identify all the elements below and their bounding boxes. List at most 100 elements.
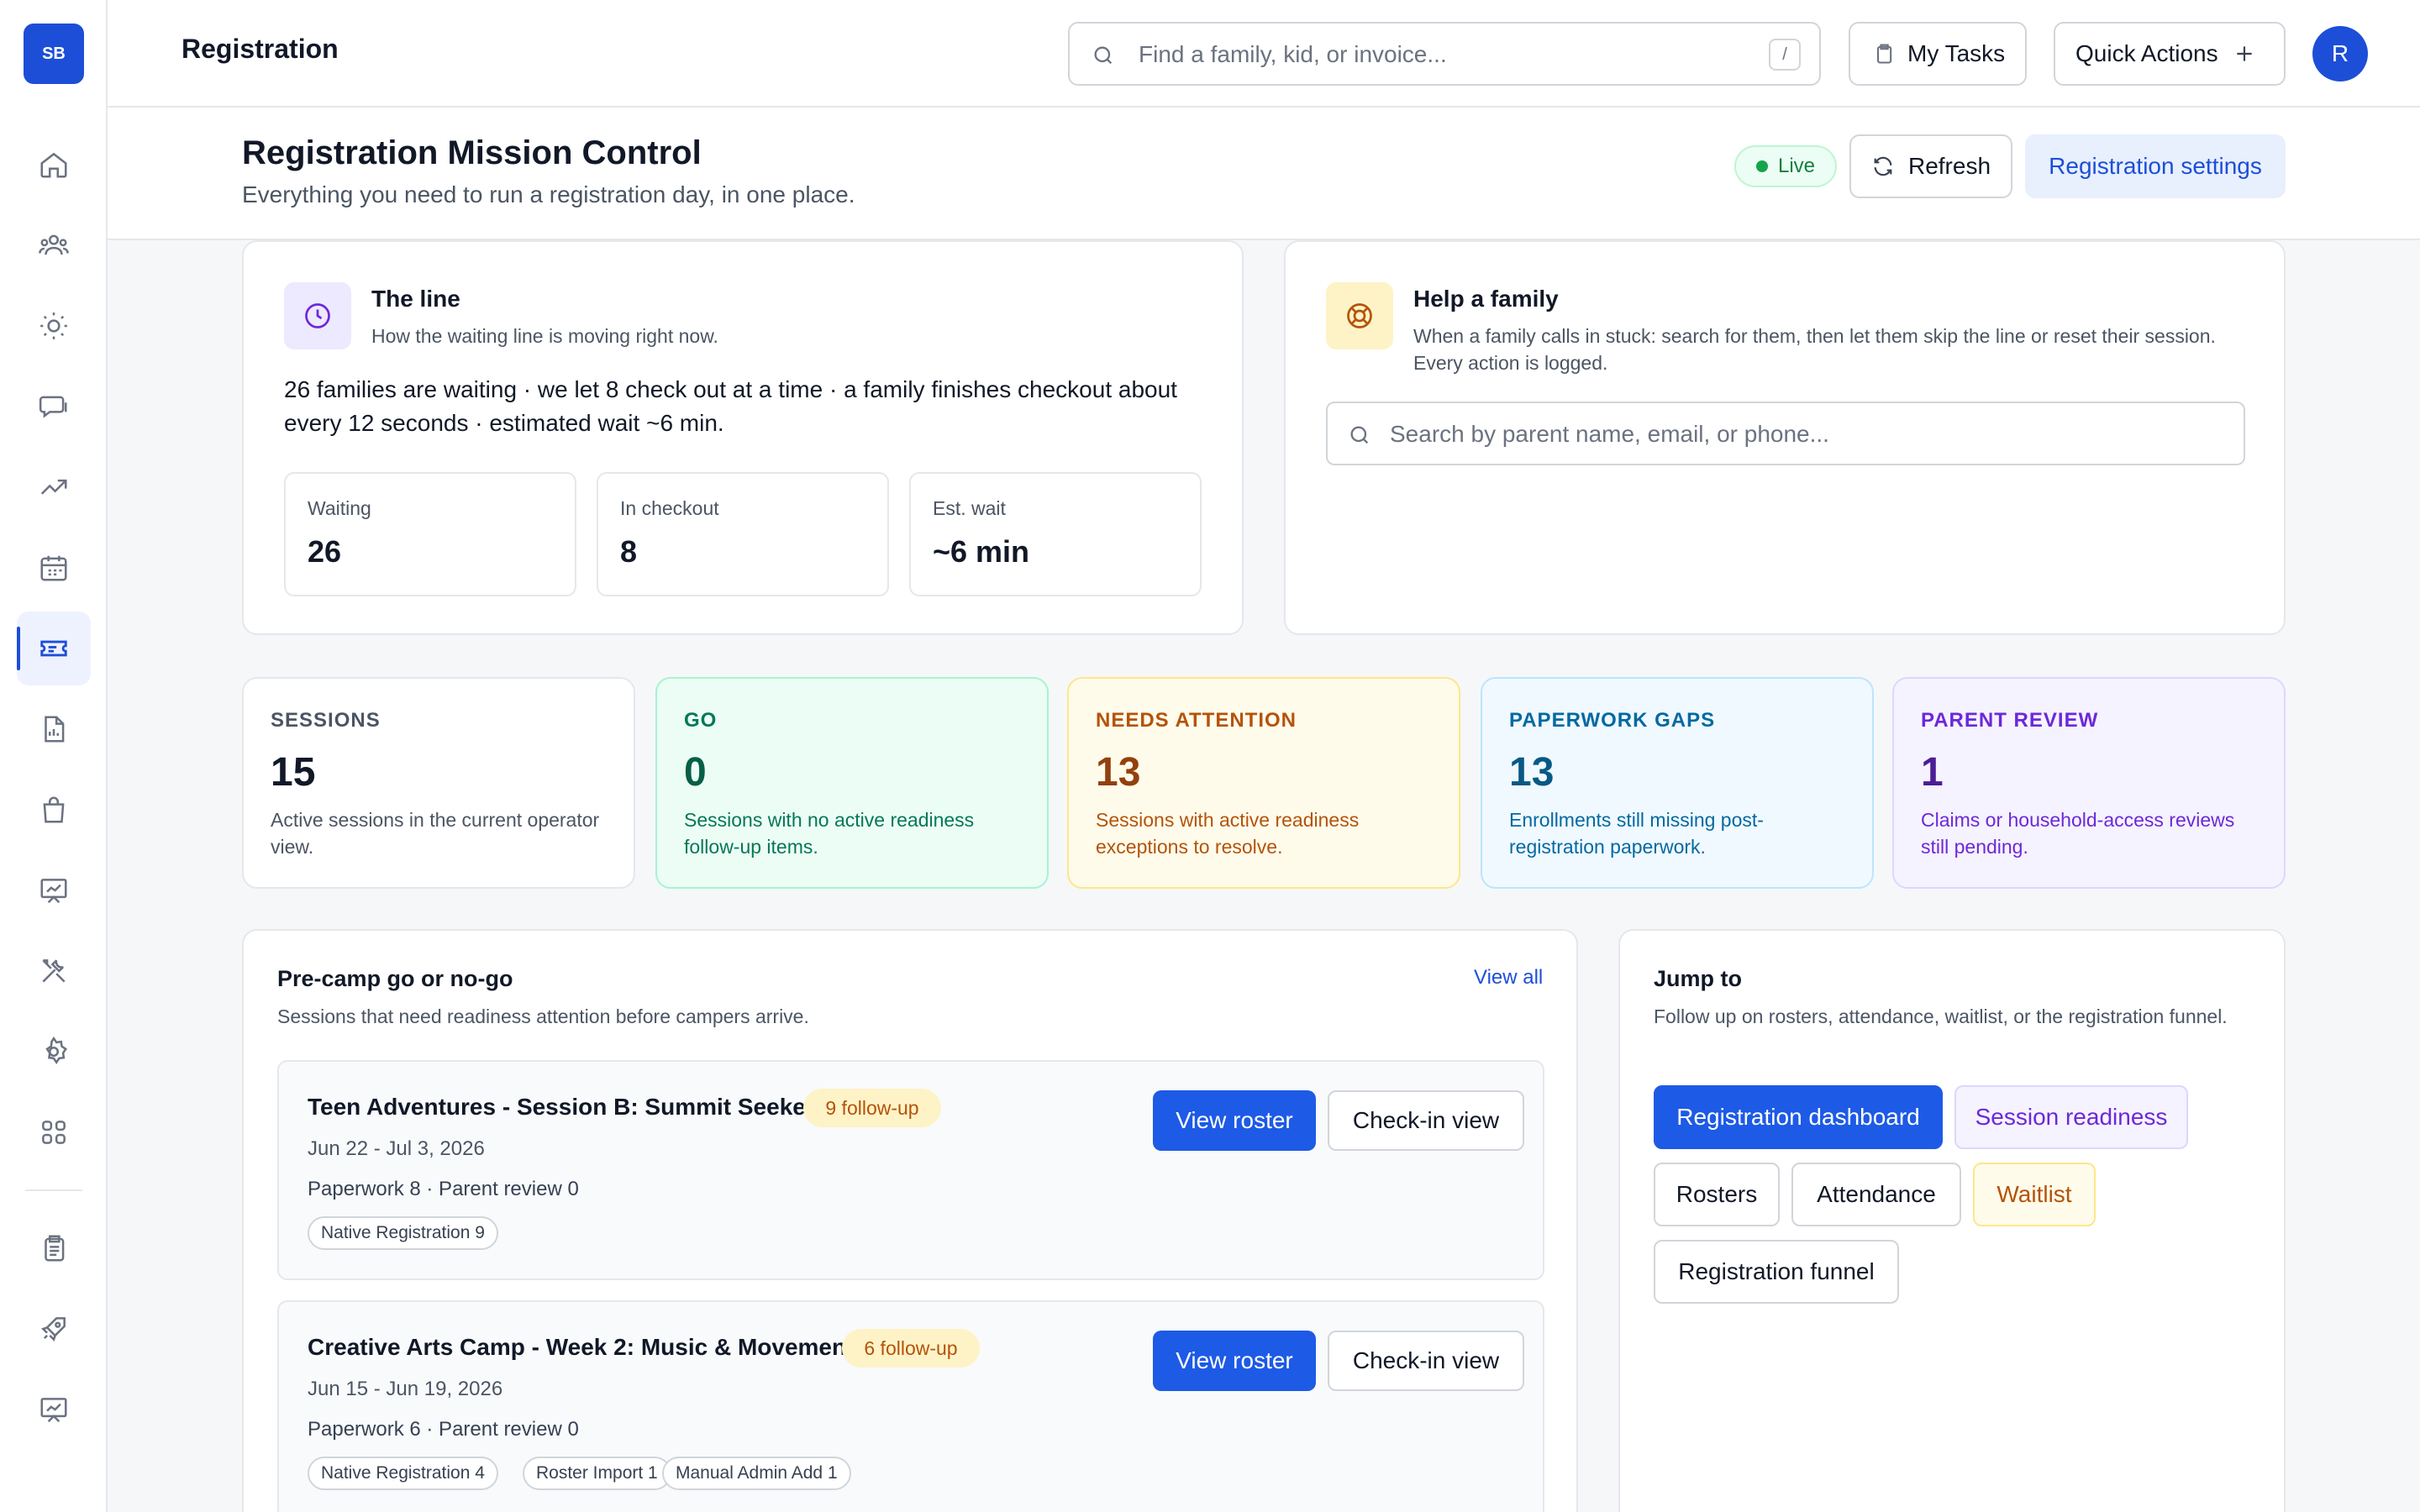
metric-value: ~6 min [933,534,1030,569]
report-icon[interactable] [17,692,91,766]
shortcut-key: / [1769,39,1801,71]
stat-paperwork-gaps[interactable]: PAPERWORK GAPS 13 Enrollments still miss… [1481,677,1874,889]
refresh-label: Refresh [1907,153,1991,179]
top-bar: Registration Find a family, kid, or invo… [108,0,2420,108]
quick-actions-button[interactable]: Quick Actions [2054,22,2286,86]
my-tasks-label: My Tasks [1907,40,2006,66]
lifebuoy-icon [1326,282,1393,349]
sidebar: SB [0,0,108,1512]
session-row: Creative Arts Camp - Week 2: Music & Mov… [277,1300,1544,1512]
metric-value: 8 [620,534,638,569]
metric-in-checkout: In checkout 8 [597,472,889,596]
search-icon [1348,423,1371,447]
settings-icon[interactable] [17,1015,91,1089]
stat-description: Active sessions in the current operator … [271,809,600,858]
rosters-link[interactable]: Rosters [1654,1163,1780,1226]
follow-up-badge: 9 follow-up [803,1089,941,1127]
page-header: Registration Mission Control Everything … [108,108,2420,240]
session-name: Teen Adventures - Session B: Summit Seek… [308,1094,829,1120]
stat-label: PARENT REVIEW [1921,709,2099,732]
page-title: Registration Mission Control [242,134,702,171]
line-title: The line [371,286,460,312]
attendance-link[interactable]: Attendance [1791,1163,1961,1226]
stat-parent-review[interactable]: PARENT REVIEW 1 Claims or household-acce… [1892,677,2286,889]
messages-icon[interactable] [17,370,91,444]
sidebar-divider [25,1189,82,1191]
stat-value: 13 [1096,750,1141,795]
registration-settings-button[interactable]: Registration settings [2025,134,2286,198]
clock-icon [284,282,351,349]
stat-description: Sessions with active readiness exception… [1096,809,1360,858]
family-search-input[interactable]: Search by parent name, email, or phone..… [1326,402,2245,465]
stat-needs-attention[interactable]: NEEDS ATTENTION 13 Sessions with active … [1067,677,1460,889]
session-meta: Paperwork 8 · Parent review 0 [308,1178,579,1200]
check-in-view-button[interactable]: Check-in view [1328,1090,1524,1151]
session-readiness-link[interactable]: Session readiness [1954,1085,2188,1149]
help-title: Help a family [1413,286,1559,312]
stat-label: PAPERWORK GAPS [1509,709,1716,732]
stat-sessions[interactable]: SESSIONS 15 Active sessions in the curre… [242,677,635,889]
source-chip: Native Registration 9 [308,1216,498,1250]
session-meta: Paperwork 6 · Parent review 0 [308,1418,579,1441]
help-family-card: Help a family When a family calls in stu… [1284,240,2286,635]
session-row: Teen Adventures - Session B: Summit Seek… [277,1060,1544,1280]
view-roster-button[interactable]: View roster [1153,1090,1316,1151]
live-label: Live [1777,155,1816,177]
app-logo[interactable]: SB [24,24,84,84]
apps-icon[interactable] [17,1095,91,1169]
stat-value: 13 [1509,750,1555,795]
check-in-view-button[interactable]: Check-in view [1328,1331,1524,1391]
avatar[interactable]: R [2312,26,2368,81]
stat-value: 0 [684,750,707,795]
rocket-icon[interactable] [17,1292,91,1366]
shop-icon[interactable] [17,773,91,847]
home-icon[interactable] [17,128,91,202]
jump-to-title: Jump to [1654,966,1742,991]
sun-icon[interactable] [17,289,91,363]
stat-description: Sessions with no active readiness follow… [684,809,975,858]
registration-dashboard-link[interactable]: Registration dashboard [1654,1085,1943,1149]
refresh-icon [1871,155,1895,178]
stat-value: 15 [271,750,316,795]
families-icon[interactable] [17,208,91,282]
line-card: The line How the waiting line is moving … [242,240,1244,635]
tools-icon[interactable] [17,934,91,1008]
metric-waiting: Waiting 26 [284,472,576,596]
clipboard-icon[interactable] [17,1211,91,1285]
my-tasks-button[interactable]: My Tasks [1849,22,2027,86]
search-placeholder: Find a family, kid, or invoice... [1139,41,1447,67]
go-no-go-subtitle: Sessions that need readiness attention b… [277,1005,809,1027]
plus-icon [2233,43,2255,65]
go-no-go-card: Pre-camp go or no-go Sessions that need … [242,929,1578,1512]
view-roster-button[interactable]: View roster [1153,1331,1316,1391]
trending-icon[interactable] [17,450,91,524]
presentation-icon[interactable] [17,853,91,927]
stat-description: Enrollments still missing post-registrat… [1509,809,1764,858]
stat-value: 1 [1921,750,1944,795]
metric-label: Waiting [308,497,371,519]
session-dates: Jun 15 - Jun 19, 2026 [308,1378,503,1400]
jump-to-subtitle: Follow up on rosters, attendance, waitli… [1654,1005,2228,1027]
page-name: Registration [182,34,339,64]
analytics-icon[interactable] [17,1373,91,1446]
calendar-icon[interactable] [17,531,91,605]
metric-label: In checkout [620,497,719,519]
stat-description: Claims or household-access reviews still… [1921,809,2235,858]
stat-label: SESSIONS [271,709,381,732]
waitlist-link[interactable]: Waitlist [1973,1163,2096,1226]
stat-label: GO [684,709,718,732]
registration-funnel-link[interactable]: Registration funnel [1654,1240,1899,1304]
refresh-button[interactable]: Refresh [1849,134,2012,198]
global-search-input[interactable]: Find a family, kid, or invoice... / [1068,22,1821,86]
ticket-icon[interactable] [17,612,91,685]
page-subtitle: Everything you need to run a registratio… [242,181,855,207]
help-subtitle: When a family calls in stuck: search for… [1413,325,2216,374]
search-icon [1092,44,1115,67]
stat-go[interactable]: GO 0 Sessions with no active readiness f… [655,677,1049,889]
metric-label: Est. wait [933,497,1006,519]
source-chip: Manual Admin Add 1 [662,1457,851,1490]
session-dates: Jun 22 - Jul 3, 2026 [308,1137,485,1160]
view-all-link[interactable]: View all [1474,966,1543,990]
quick-actions-label: Quick Actions [2075,40,2218,66]
source-chip: Native Registration 4 [308,1457,498,1490]
